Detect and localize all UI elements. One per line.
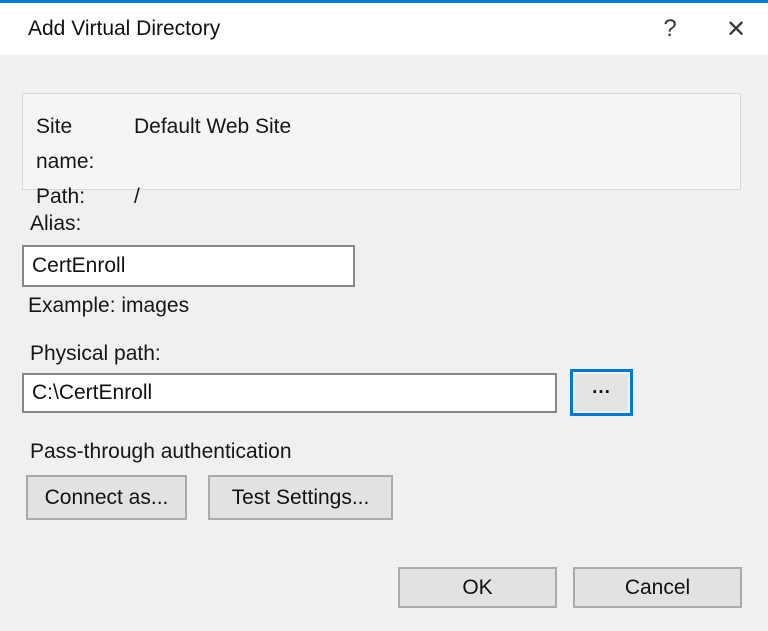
title-bar[interactable]: Add Virtual Directory ? ✕: [0, 3, 768, 55]
physical-path-input[interactable]: [22, 373, 557, 413]
alias-label: Alias:: [30, 212, 81, 236]
close-button[interactable]: ✕: [712, 3, 760, 55]
passthrough-auth-label: Pass-through authentication: [30, 440, 292, 464]
site-name-value: Default Web Site: [134, 109, 740, 179]
alias-input[interactable]: [22, 245, 355, 287]
site-info-panel: Site name: Default Web Site Path: /: [22, 93, 741, 190]
help-icon: ?: [663, 15, 676, 43]
test-settings-button[interactable]: Test Settings...: [208, 475, 393, 520]
site-name-label: Site name:: [36, 109, 134, 179]
ellipsis-icon: ...: [592, 377, 611, 399]
titlebar-buttons: ? ✕: [646, 3, 768, 55]
site-name-row: Site name: Default Web Site: [36, 109, 740, 179]
alias-example-hint: Example: images: [28, 294, 189, 318]
physical-path-label: Physical path:: [30, 342, 161, 366]
connect-as-button[interactable]: Connect as...: [26, 475, 187, 520]
help-button[interactable]: ?: [646, 3, 694, 55]
path-row: Path: /: [36, 179, 740, 214]
dialog-title: Add Virtual Directory: [28, 17, 220, 41]
path-value: /: [134, 179, 740, 214]
ok-button[interactable]: OK: [398, 567, 557, 608]
path-label: Path:: [36, 179, 134, 214]
add-virtual-directory-dialog: Add Virtual Directory ? ✕ Site name: Def…: [0, 0, 768, 631]
close-icon: ✕: [726, 15, 746, 44]
cancel-button[interactable]: Cancel: [573, 567, 742, 608]
browse-button[interactable]: ...: [570, 369, 633, 416]
